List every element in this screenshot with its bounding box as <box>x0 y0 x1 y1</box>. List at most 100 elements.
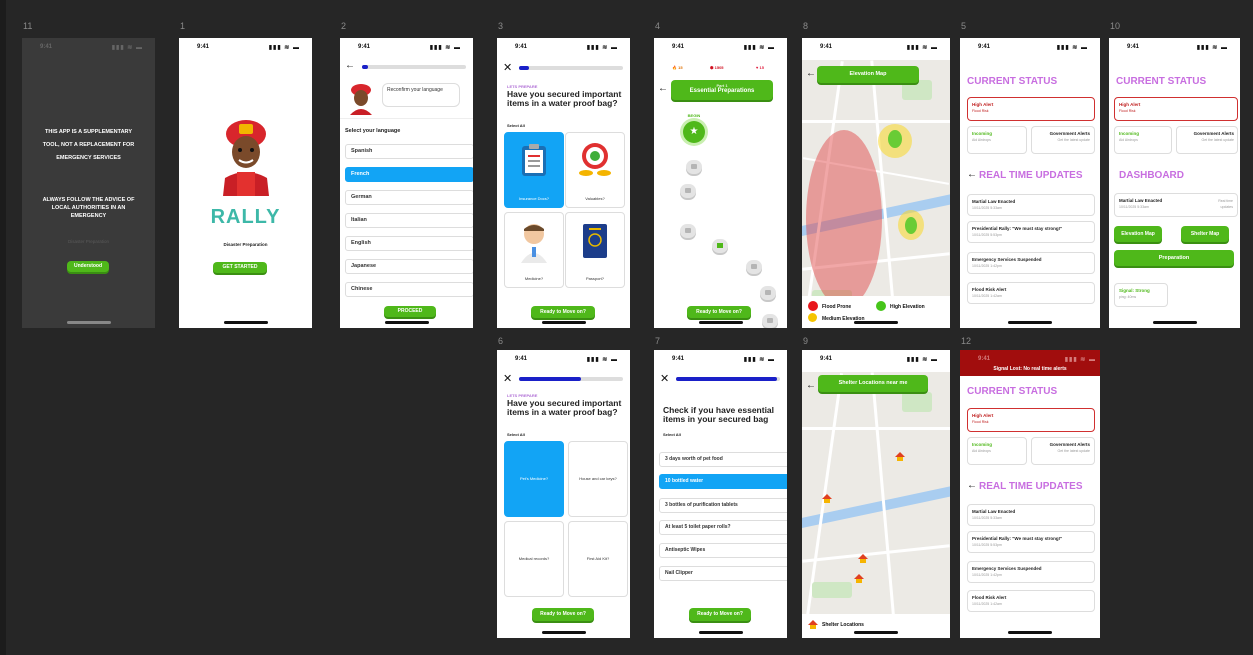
back-arrow-icon[interactable]: ← <box>967 169 977 180</box>
card-label: Medicine? <box>524 276 544 281</box>
update-item[interactable]: Emergency Services Suspended 10/11/2025 1… <box>967 252 1095 274</box>
card-house-car-keys[interactable]: House and car keys? <box>568 441 628 517</box>
close-icon[interactable]: ✕ <box>503 372 512 385</box>
incoming-card[interactable]: Incoming Aid Airdrops <box>967 437 1027 465</box>
unit-header: Part 1 Essential Preparations <box>671 80 773 100</box>
locked-lesson-node[interactable] <box>760 286 776 300</box>
high-alert-card[interactable]: High Alert Flood Risk <box>967 408 1095 432</box>
government-alerts-card[interactable]: Government Alerts Get the latest update <box>1031 126 1095 154</box>
checklist-item[interactable]: 10 bottled water <box>659 474 787 489</box>
shelter-marker-icon[interactable] <box>858 554 868 563</box>
screen-dashboard: 9:41 ▮▮▮ ≋ ▬ CURRENT STATUS High Alert Fl… <box>1109 38 1240 328</box>
checklist-item[interactable]: 3 bottles of purification tablets <box>659 498 787 513</box>
frame-label-2: 2 <box>341 21 347 31</box>
language-option-chinese[interactable]: Chinese <box>345 282 473 297</box>
close-icon[interactable]: ✕ <box>503 61 512 74</box>
language-option-spanish[interactable]: Spanish <box>345 144 473 159</box>
card-passport[interactable]: Passport? <box>565 212 625 288</box>
star-lesson-node[interactable]: ★ <box>683 121 705 143</box>
high-elevation-zone <box>905 217 917 234</box>
update-item[interactable]: Flood Risk Alert 10/11/2025 1:42am <box>967 282 1095 304</box>
select-all-link[interactable]: Select All <box>507 123 525 128</box>
screen-checklist: 9:41 ▮▮▮ ≋ ▬ ✕ Check if you have essentia… <box>654 350 787 638</box>
back-arrow-icon[interactable]: ← <box>658 83 668 94</box>
latest-update-card[interactable]: Martial Law Enacted 10/11/2025 5:33am Re… <box>1114 193 1238 217</box>
incoming-card[interactable]: Incoming Aid Airdrops <box>1114 126 1172 154</box>
elevation-map-button[interactable]: Elevation Map <box>1114 226 1162 242</box>
map-legend: Shelter Locations <box>802 614 950 638</box>
signal-lost-text: Signal Lost: No real time alerts <box>993 366 1067 372</box>
preparation-button[interactable]: Preparation <box>1114 250 1234 266</box>
shelter-map-button[interactable]: Shelter Map <box>1181 226 1229 242</box>
ready-button[interactable]: Ready to Move on? <box>687 306 751 318</box>
language-option-french[interactable]: French <box>345 167 473 182</box>
card-pets-medicine[interactable]: Pet's Medicine? <box>504 441 564 517</box>
frame-label-9: 9 <box>803 336 809 346</box>
status-bar: 9:41 ▮▮▮ ≋ ▬ <box>197 44 300 51</box>
card-first-aid-kit[interactable]: First Aid Kit? <box>568 521 628 597</box>
language-heading: Select your language <box>345 128 401 134</box>
home-indicator <box>541 321 586 324</box>
proceed-button[interactable]: PROCEED <box>384 306 436 317</box>
select-all-link[interactable]: Select All <box>663 432 681 437</box>
signal-card: Signal: Strong ping: 40ms <box>1114 283 1168 307</box>
back-arrow-icon[interactable]: ← <box>345 60 355 71</box>
checklist-item[interactable]: 3 days worth of pet food <box>659 452 787 467</box>
update-item[interactable]: Martial Law Enacted 10/11/2025 5:33am <box>967 504 1095 526</box>
ready-button[interactable]: Ready to Move on? <box>689 608 751 621</box>
language-option-english[interactable]: English <box>345 236 473 251</box>
card-medical-records[interactable]: Medical records? <box>504 521 564 597</box>
high-alert-card[interactable]: High Alert Flood Risk <box>1114 97 1238 121</box>
shelter-marker-icon[interactable] <box>854 574 864 583</box>
signal-title: Signal: Strong <box>1119 288 1150 293</box>
progress-fill <box>519 377 581 381</box>
card-insurance-docs[interactable]: Insurance Docs? <box>504 132 564 208</box>
shelter-locations-button[interactable]: Shelter Locations near me <box>818 375 928 392</box>
government-alerts-card[interactable]: Government Alerts Get the latest update <box>1176 126 1238 154</box>
update-item[interactable]: Emergency Services Suspended 10/11/2025 1… <box>967 561 1095 583</box>
update-item[interactable]: Flood Risk Alert 10/11/2025 1:42am <box>967 590 1095 612</box>
checklist-item[interactable]: At least 5 toilet paper rolls? <box>659 520 787 535</box>
chest-icon <box>717 243 723 248</box>
update-item[interactable]: Presidential Rally: "We must stay strong… <box>967 221 1095 243</box>
ready-button[interactable]: Ready to Move on? <box>531 306 595 318</box>
card-label: First Aid Kit? <box>586 556 610 561</box>
elevation-map-button[interactable]: Elevation Map <box>817 66 919 83</box>
card-valuables[interactable]: Valuables? <box>565 132 625 208</box>
select-all-link[interactable]: Select All <box>507 432 525 437</box>
shelter-marker-icon[interactable] <box>895 452 905 461</box>
back-arrow-icon[interactable]: ← <box>967 480 977 491</box>
government-alerts-card[interactable]: Government Alerts Get the latest update <box>1031 437 1095 465</box>
chest-node[interactable] <box>712 239 728 253</box>
gov-title: Government Alerts <box>1049 442 1090 447</box>
shelter-marker-icon[interactable] <box>822 494 832 503</box>
map-view[interactable] <box>802 60 950 326</box>
map-view[interactable] <box>802 372 950 614</box>
ready-button[interactable]: Ready to Move on? <box>532 608 594 621</box>
back-arrow-icon[interactable]: ← <box>806 380 816 391</box>
close-icon[interactable]: ✕ <box>660 372 669 385</box>
update-item[interactable]: Martial Law Enacted 10/11/2025 5:33am <box>967 194 1095 216</box>
update-title: Presidential Rally: "We must stay strong… <box>972 226 1063 231</box>
flame-icon: 🔥 <box>672 65 677 70</box>
locked-lesson-node[interactable] <box>762 314 778 328</box>
update-item[interactable]: Presidential Rally: "We must stay strong… <box>967 531 1095 553</box>
get-started-button[interactable]: GET STARTED <box>213 262 267 273</box>
locked-lesson-node[interactable] <box>680 184 696 198</box>
language-option-japanese[interactable]: Japanese <box>345 259 473 274</box>
understood-button[interactable]: Understood <box>67 261 109 272</box>
locked-lesson-node[interactable] <box>680 224 696 238</box>
back-arrow-icon[interactable]: ← <box>806 68 816 79</box>
shelter-legend-icon <box>808 620 818 629</box>
frame-label-11: 11 <box>23 21 33 31</box>
status-bar: 9:41 ▮▮▮ ≋ ▬ <box>820 44 938 51</box>
locked-lesson-node[interactable] <box>686 160 702 174</box>
checklist-item[interactable]: Antiseptic Wipes <box>659 543 787 558</box>
locked-lesson-node[interactable] <box>746 260 762 274</box>
language-option-italian[interactable]: Italian <box>345 213 473 228</box>
checklist-item[interactable]: Nail Clipper <box>659 566 787 581</box>
card-medicine[interactable]: Medicine? <box>504 212 564 288</box>
high-alert-card[interactable]: High Alert Flood Risk <box>967 97 1095 121</box>
language-option-german[interactable]: German <box>345 190 473 205</box>
incoming-card[interactable]: Incoming Aid Airdrops <box>967 126 1027 154</box>
